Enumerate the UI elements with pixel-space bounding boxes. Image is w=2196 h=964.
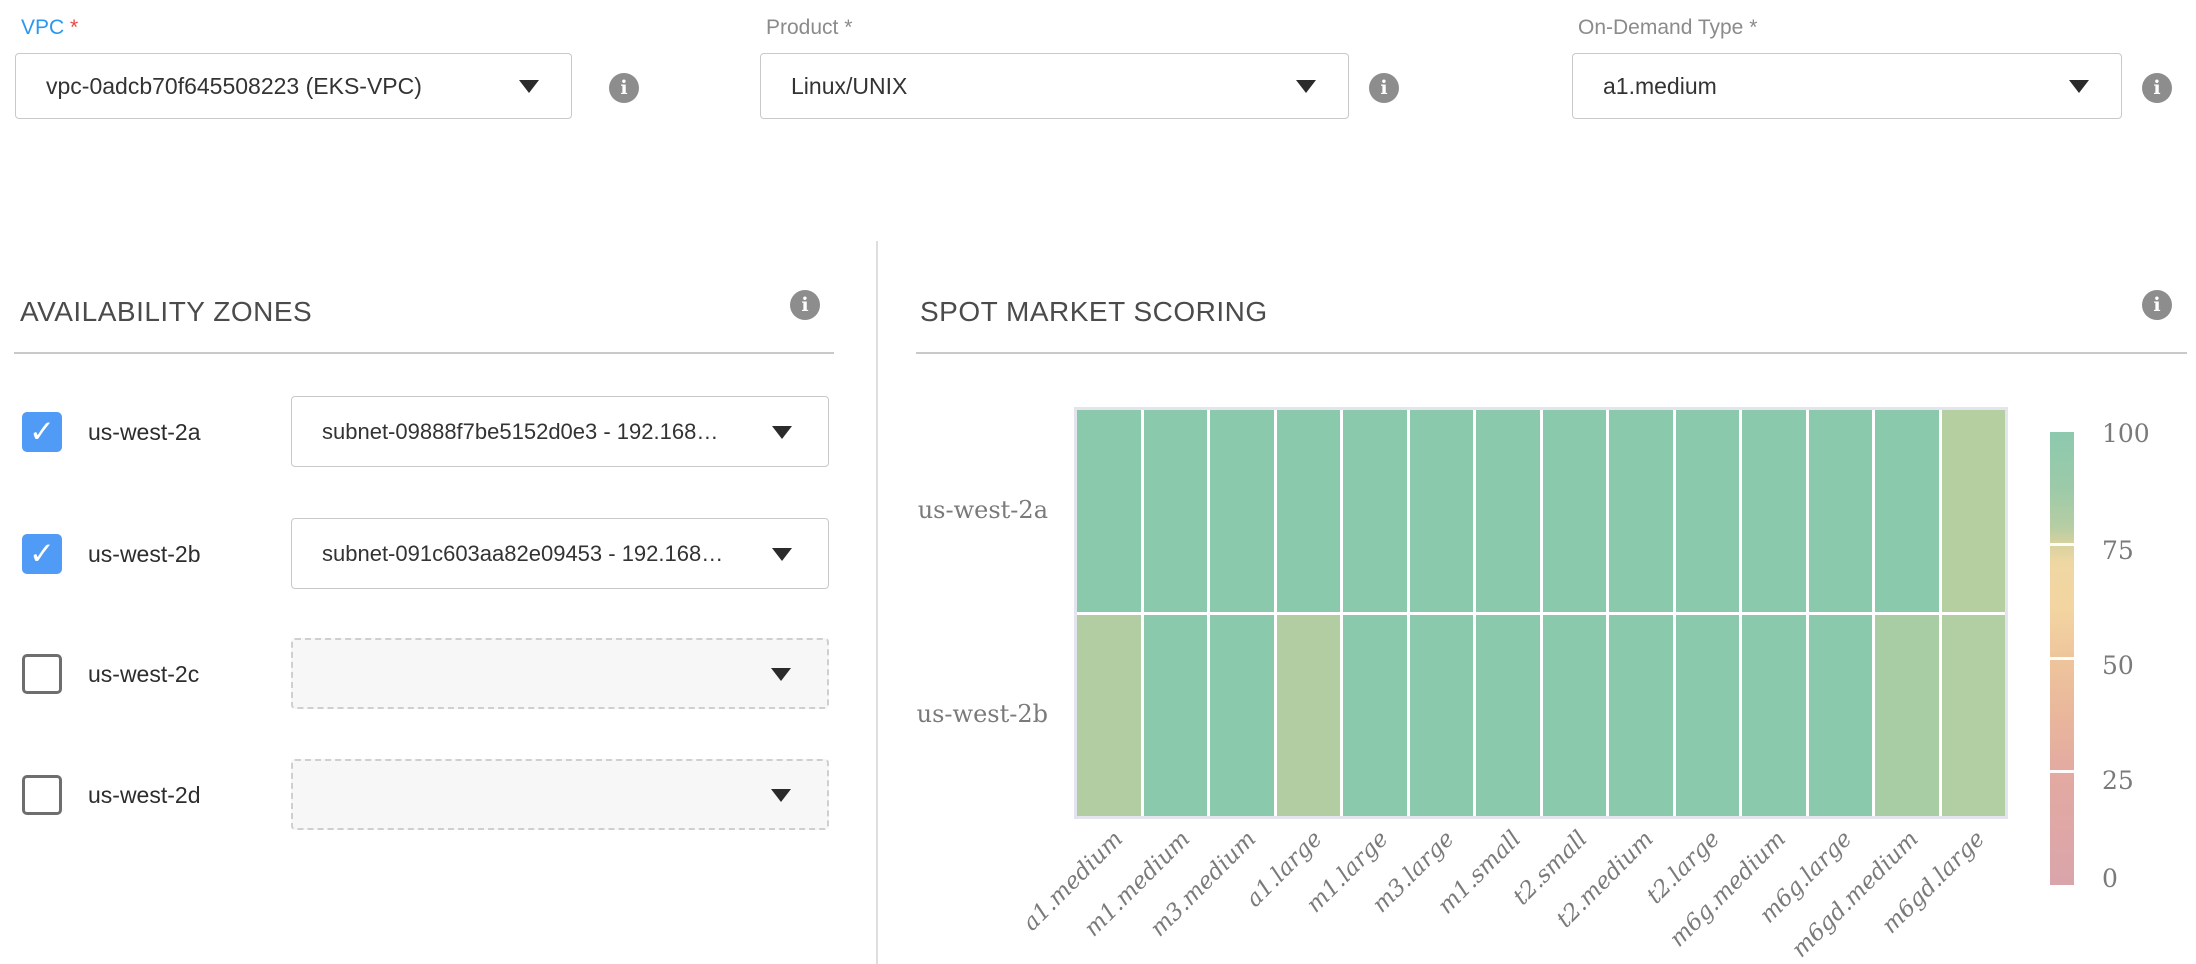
vpc-field: VPC * vpc-0adcb70f645508223 (EKS-VPC) [15,16,572,119]
chevron-down-icon [1296,80,1316,93]
chevron-down-icon [2069,80,2089,93]
heatmap-cell-us-west-2a-m3.medium [1210,410,1274,612]
heatmap-cell-us-west-2a-t2.small [1543,410,1607,612]
az-checkbox-us-west-2c[interactable]: ✓ [22,654,62,694]
heatmap-cell-us-west-2a-t2.medium [1609,410,1673,612]
az-checkbox-us-west-2d[interactable]: ✓ [22,775,62,815]
heatmap-colorbar [2050,432,2074,885]
checkmark-icon: ✓ [22,534,62,574]
vpc-label: VPC * [21,16,572,40]
product-label: Product * [766,16,1349,40]
availability-zones-info-icon[interactable]: i [790,290,820,320]
heatmap-cell-us-west-2b-m1.large [1343,615,1407,817]
subnet-select-value: subnet-09888f7be5152d0e3 - 192.168… [322,419,718,445]
spot-market-scoring-info-icon[interactable]: i [2142,290,2172,320]
az-row-us-west-2b: ✓ us-west-2b subnet-091c603aa82e09453 - … [0,518,860,590]
availability-zones-title: AVAILABILITY ZONES [20,296,312,328]
heatmap-cell-us-west-2a-m3.large [1410,410,1474,612]
chevron-down-icon [771,668,791,681]
product-info-icon[interactable]: i [1369,73,1399,103]
heatmap-cell-us-west-2b-m6gd.large [1942,615,2006,817]
required-asterisk: * [70,16,78,39]
az-row-us-west-2a: ✓ us-west-2a subnet-09888f7be5152d0e3 - … [0,396,860,468]
heatmap-cell-us-west-2b-m3.large [1410,615,1474,817]
heatmap-cell-us-west-2a-m6gd.large [1942,410,2006,612]
required-asterisk: * [1749,16,1757,39]
heatmap-cell-us-west-2b-t2.medium [1609,615,1673,817]
chevron-down-icon [772,426,792,439]
heatmap-cell-us-west-2b-a1.medium [1077,615,1141,817]
product-field: Product * Linux/UNIX [760,16,1349,119]
az-zone-label: us-west-2c [88,638,199,710]
product-select[interactable]: Linux/UNIX [760,53,1349,119]
subnet-select-value: subnet-091c603aa82e09453 - 192.168… [322,541,723,567]
required-asterisk: * [844,16,852,39]
vpc-select-value: vpc-0adcb70f645508223 (EKS-VPC) [46,73,422,100]
heatmap-grid [1077,410,2005,816]
subnet-select-us-west-2b[interactable]: subnet-091c603aa82e09453 - 192.168… [291,518,829,589]
colorbar-tick-label: 25 [2102,766,2134,795]
heatmap-cell-us-west-2b-a1.large [1277,615,1341,817]
heatmap-cell-us-west-2a-m1.medium [1144,410,1208,612]
subnet-select-us-west-2c[interactable] [291,638,829,709]
vpc-select[interactable]: vpc-0adcb70f645508223 (EKS-VPC) [15,53,572,119]
vpc-info-icon[interactable]: i [609,73,639,103]
subnet-select-us-west-2d[interactable] [291,759,829,830]
y-axis-label: us-west-2a [860,496,1048,524]
az-row-us-west-2d: ✓ us-west-2d [0,759,860,831]
heatmap-cell-us-west-2a-m6g.large [1809,410,1873,612]
heatmap-cell-us-west-2b-m3.medium [1210,615,1274,817]
heatmap-cell-us-west-2b-m6gd.medium [1875,615,1939,817]
on-demand-type-field: On-Demand Type * a1.medium [1572,16,2122,119]
az-row-us-west-2c: ✓ us-west-2c [0,638,860,710]
az-zone-label: us-west-2d [88,759,200,831]
heatmap-cell-us-west-2b-t2.large [1676,615,1740,817]
on-demand-type-label: On-Demand Type * [1578,16,2122,40]
colorbar-tick-label: 50 [2102,651,2134,680]
colorbar-tick-line [2050,543,2074,546]
colorbar-tick-label: 75 [2102,536,2134,565]
on-demand-type-select[interactable]: a1.medium [1572,53,2122,119]
heatmap-cell-us-west-2a-m6g.medium [1742,410,1806,612]
y-axis-label: us-west-2b [860,700,1048,728]
chevron-down-icon [771,789,791,802]
colorbar-tick-line [2050,657,2074,660]
heatmap-cell-us-west-2b-m6g.medium [1742,615,1806,817]
heatmap-cell-us-west-2b-m6g.large [1809,615,1873,817]
spot-market-scoring-title: SPOT MARKET SCORING [920,296,1268,328]
chevron-down-icon [772,548,792,561]
spot-market-scoring-divider [916,352,2187,354]
colorbar-tick-line [2050,770,2074,773]
subnet-select-us-west-2a[interactable]: subnet-09888f7be5152d0e3 - 192.168… [291,396,829,467]
az-zone-label: us-west-2b [88,518,200,590]
az-checkbox-us-west-2a[interactable]: ✓ [22,412,62,452]
heatmap-cell-us-west-2a-a1.large [1277,410,1341,612]
on-demand-type-info-icon[interactable]: i [2142,73,2172,103]
az-checkbox-us-west-2b[interactable]: ✓ [22,534,62,574]
chevron-down-icon [519,80,539,93]
az-zone-label: us-west-2a [88,396,200,468]
availability-zones-divider [14,352,834,354]
heatmap-cell-us-west-2a-t2.large [1676,410,1740,612]
spot-market-heatmap [1074,407,2008,819]
on-demand-type-select-value: a1.medium [1603,73,1717,100]
heatmap-cell-us-west-2a-a1.medium [1077,410,1141,612]
heatmap-cell-us-west-2b-m1.medium [1144,615,1208,817]
heatmap-cell-us-west-2b-t2.small [1543,615,1607,817]
heatmap-cell-us-west-2a-m1.small [1476,410,1540,612]
colorbar-tick-label: 0 [2102,864,2118,893]
heatmap-cell-us-west-2b-m1.small [1476,615,1540,817]
product-select-value: Linux/UNIX [791,73,907,100]
colorbar-tick-label: 100 [2102,419,2150,448]
heatmap-cell-us-west-2a-m1.large [1343,410,1407,612]
heatmap-x-axis: a1.mediumm1.mediumm3.mediuma1.largem1.la… [1074,826,2008,964]
section-vertical-divider [876,241,878,964]
x-axis-label: m6g.medium [1665,826,1791,952]
checkmark-icon: ✓ [22,412,62,452]
heatmap-cell-us-west-2a-m6gd.medium [1875,410,1939,612]
